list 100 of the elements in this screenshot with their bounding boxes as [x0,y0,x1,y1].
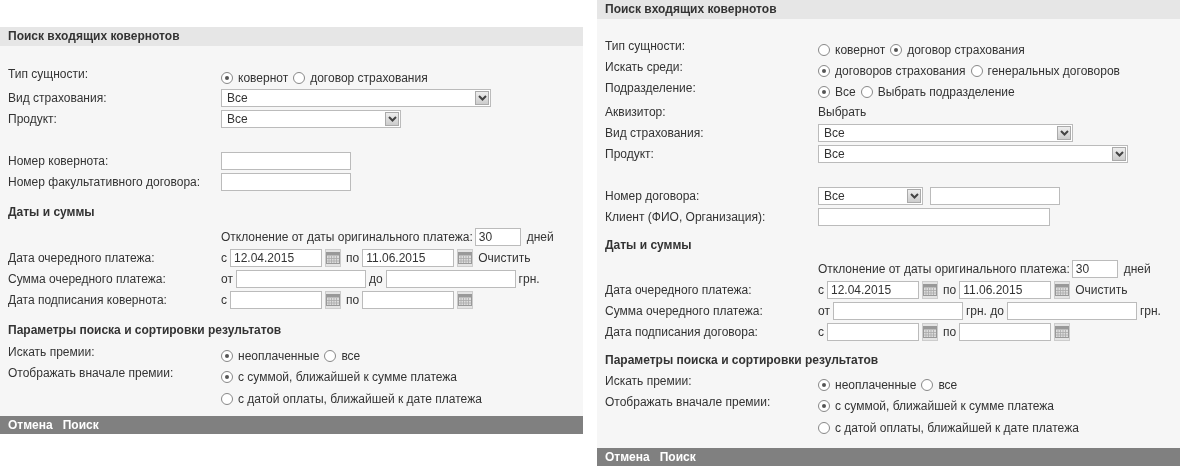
input-field[interactable] [235,270,366,288]
calendar-icon[interactable] [1054,323,1071,341]
field-label: Сумма очередного платежа: [7,271,167,286]
radio-icon[interactable] [921,379,934,391]
field-label: Отклонение от даты оригинального платежа: [221,230,473,244]
date-field[interactable] [362,291,455,309]
radio-icon[interactable] [970,65,983,77]
radio-option[interactable]: с суммой, ближайшей к сумме платежа [818,399,1054,413]
footer-link[interactable]: Поиск [62,418,99,432]
input-field[interactable] [221,173,351,191]
calendar-icon[interactable] [1054,281,1071,299]
dropdown[interactable]: Все [221,89,491,107]
radio-icon[interactable] [221,393,233,405]
radio-option[interactable]: с суммой, ближайшей к сумме платежа [221,370,457,384]
from-label: с [818,325,824,339]
radio-icon[interactable] [221,72,233,84]
footer-link[interactable]: Отмена [605,450,650,464]
radio-option[interactable]: ковернот [818,43,886,57]
currency-label: грн. [518,272,540,286]
radio-icon[interactable] [221,350,233,362]
radio-icon[interactable] [293,72,306,84]
field-label: Отображать вначале премии: [7,365,175,380]
field-label: Сумма очередного платежа: [604,303,764,318]
calendar-icon[interactable] [325,249,341,267]
field-label: Дата подписания ковернота: [7,292,168,307]
radio-option[interactable]: с датой оплаты, ближайшей к дате платежа [818,421,1079,435]
radio-option[interactable]: договор страхования [890,43,1025,57]
radio-option[interactable]: неоплаченные [818,378,917,392]
clear-link[interactable]: Очистить [478,251,531,265]
input-field[interactable] [385,270,516,288]
radio-icon[interactable] [818,400,830,412]
date-field[interactable] [959,323,1052,341]
radio-option[interactable]: договоров страхования [818,64,966,78]
radio-icon[interactable] [818,422,830,434]
dropdown[interactable]: Все [818,187,923,205]
calendar-icon[interactable] [922,323,938,341]
chevron-down-icon [1112,147,1126,161]
field-label: Дата очередного платежа: [604,282,753,297]
panel-title: Поиск входящих ковернотов [597,0,1180,19]
dropdown[interactable]: Все [818,124,1073,142]
calendar-icon[interactable] [457,249,474,267]
dropdown[interactable]: Все [221,110,401,128]
from-label: с [221,293,227,307]
field-label: Вид страхования: [7,90,108,105]
field-label: Продукт: [604,146,655,161]
field-label: Дата очередного платежа: [7,250,156,265]
calendar-icon[interactable] [325,291,341,309]
radio-option[interactable]: ковернот [221,71,289,85]
date-field[interactable]: 11.06.2015 [959,281,1052,299]
to-label: по [346,251,360,265]
currency-label: грн. [1139,304,1161,318]
from-label: с [818,283,824,297]
date-field[interactable] [827,323,919,341]
radio-option[interactable]: с датой оплаты, ближайшей к дате платежа [221,392,482,406]
date-field[interactable]: 12.04.2015 [827,281,919,299]
input-field[interactable]: 30 [1071,260,1118,278]
field-label: Искать среди: [604,59,684,74]
input-field[interactable] [930,187,1060,205]
radio-option[interactable]: генеральных договоров [970,64,1120,78]
field-label: Искать премии: [604,373,693,388]
calendar-icon[interactable] [457,291,474,309]
field-label: Номер договора: [604,188,701,203]
radio-icon[interactable] [324,350,337,362]
radio-option[interactable]: все [324,349,361,363]
clear-link[interactable]: Очистить [1075,283,1128,297]
radio-icon[interactable] [818,44,830,56]
chevron-down-icon [907,189,921,203]
radio-icon[interactable] [860,86,873,98]
radio-icon[interactable] [890,44,903,56]
unit-label: дней [1123,262,1151,276]
to-label: грн. до [965,304,1004,318]
section-heading: Параметры поиска и сортировки результатов [604,352,880,369]
input-field[interactable] [1006,302,1137,320]
radio-icon[interactable] [818,65,830,77]
date-field[interactable] [230,291,322,309]
input-field[interactable] [818,208,1050,226]
radio-option[interactable]: Выбрать подразделение [860,85,1015,99]
radio-icon[interactable] [221,371,233,383]
input-field[interactable]: 30 [474,228,521,246]
select-link[interactable]: Выбрать [818,105,867,119]
input-field[interactable] [832,302,963,320]
date-field[interactable]: 11.06.2015 [362,249,455,267]
field-label: Тип сущности: [7,66,90,81]
radio-icon[interactable] [818,86,830,98]
date-field[interactable]: 12.04.2015 [230,249,322,267]
field-label: Вид страхования: [604,125,705,140]
from-label: от [221,272,233,286]
field-label: Подразделение: [604,80,697,95]
radio-option[interactable]: Все [818,85,856,99]
chevron-down-icon [1057,126,1071,140]
radio-option[interactable]: все [921,378,958,392]
radio-option[interactable]: договор страхования [293,71,428,85]
radio-option[interactable]: неоплаченные [221,349,320,363]
calendar-icon[interactable] [922,281,938,299]
dropdown[interactable]: Все [818,145,1128,163]
section-heading: Даты и суммы [7,204,96,221]
radio-icon[interactable] [818,379,830,391]
input-field[interactable] [221,152,351,170]
footer-link[interactable]: Отмена [8,418,53,432]
footer-link[interactable]: Поиск [659,450,696,464]
